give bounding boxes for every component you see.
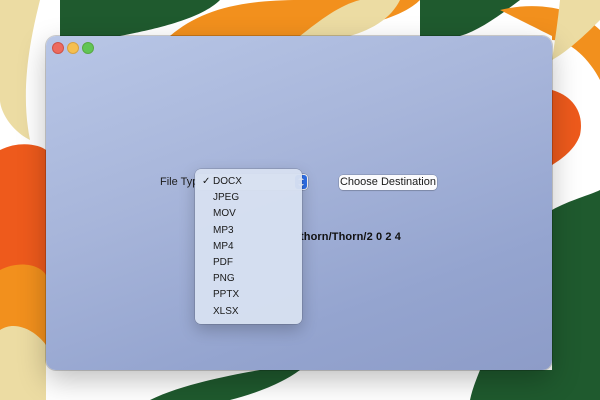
window-close-button[interactable]	[52, 42, 64, 54]
menu-item-label: DOCX	[213, 176, 242, 187]
menu-item-label: MOV	[213, 208, 236, 220]
checkmark-icon: ✓	[202, 176, 211, 187]
choose-destination-button[interactable]: Choose Destination	[339, 175, 437, 190]
menu-item-xlsx[interactable]: XLSX	[195, 304, 302, 320]
menu-item-pptx[interactable]: PPTX	[195, 287, 302, 303]
menu-item-mp3[interactable]: MP3	[195, 223, 302, 239]
menu-item-label: PPTX	[213, 289, 240, 301]
menu-item-label: PDF	[213, 256, 233, 268]
window-minimize-button[interactable]	[67, 42, 79, 54]
menu-item-label: MP4	[213, 240, 234, 252]
menu-item-jpeg[interactable]: JPEG	[195, 190, 302, 206]
menu-item-label: XLSX	[213, 305, 239, 317]
menu-item-png[interactable]: PNG	[195, 271, 302, 287]
menu-item-mp4[interactable]: MP4	[195, 239, 302, 255]
file-type-dropdown-menu: ✓ DOCX JPEG MOV MP3 MP4 PDF PNG PPTX XLS…	[195, 169, 302, 324]
menu-item-label: MP3	[213, 224, 234, 236]
menu-item-pdf[interactable]: PDF	[195, 255, 302, 271]
menu-item-docx[interactable]: ✓ DOCX	[195, 174, 302, 190]
desktop: File Typ Choose Destination thorn/Thorn/…	[0, 0, 600, 400]
menu-item-label: PNG	[213, 273, 235, 285]
file-type-label: File Typ	[160, 176, 199, 188]
menu-item-mov[interactable]: MOV	[195, 206, 302, 222]
window-zoom-button[interactable]	[82, 42, 94, 54]
menu-item-label: JPEG	[213, 192, 240, 204]
app-window: File Typ Choose Destination thorn/Thorn/…	[46, 36, 552, 370]
destination-path-text: thorn/Thorn/2 0 2 4	[300, 231, 401, 243]
